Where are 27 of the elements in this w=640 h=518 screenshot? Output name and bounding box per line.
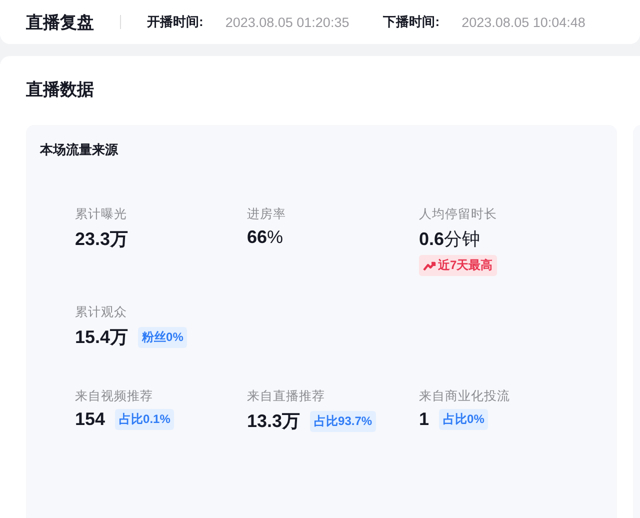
metric-label: 累计观众	[75, 304, 128, 321]
end-time: 2023.08.05 10:04:48	[462, 14, 586, 30]
metric-label: 累计曝光	[75, 206, 128, 223]
metric-label: 来自视频推荐	[75, 388, 154, 405]
metric-label: 来自商业化投流	[419, 388, 511, 405]
page-title: 直播复盘	[26, 12, 94, 34]
share-badge: 占比93.7%	[310, 410, 376, 432]
trend-up-icon	[423, 260, 436, 270]
metric-value: 66%	[247, 227, 284, 248]
metric-value: 154	[75, 409, 106, 430]
share-badge: 粉丝0%	[138, 326, 188, 348]
metric-label: 进房率	[247, 206, 287, 223]
metric-value: 23.3万	[75, 228, 128, 251]
share-badge: 占比0%	[439, 409, 488, 430]
metric-value: 13.3万	[247, 410, 300, 433]
metric-value: 1	[419, 409, 430, 430]
metric-label: 人均停留时长	[419, 206, 498, 223]
end-time-label: 下播时间:	[383, 13, 440, 31]
start-time: 2023.08.05 01:20:35	[225, 14, 350, 30]
start-time-label: 开播时间:	[147, 13, 204, 31]
metric-value: 15.4万	[75, 326, 128, 349]
share-badge: 占比0.1%	[115, 409, 174, 430]
metric-value: 0.6分钟	[419, 228, 480, 251]
panel-title: 本场流量来源	[40, 141, 120, 159]
trend-badge: 近7天最高	[419, 255, 497, 276]
section-title: 直播数据	[26, 79, 95, 101]
metric-label: 来自直播推荐	[247, 388, 326, 405]
